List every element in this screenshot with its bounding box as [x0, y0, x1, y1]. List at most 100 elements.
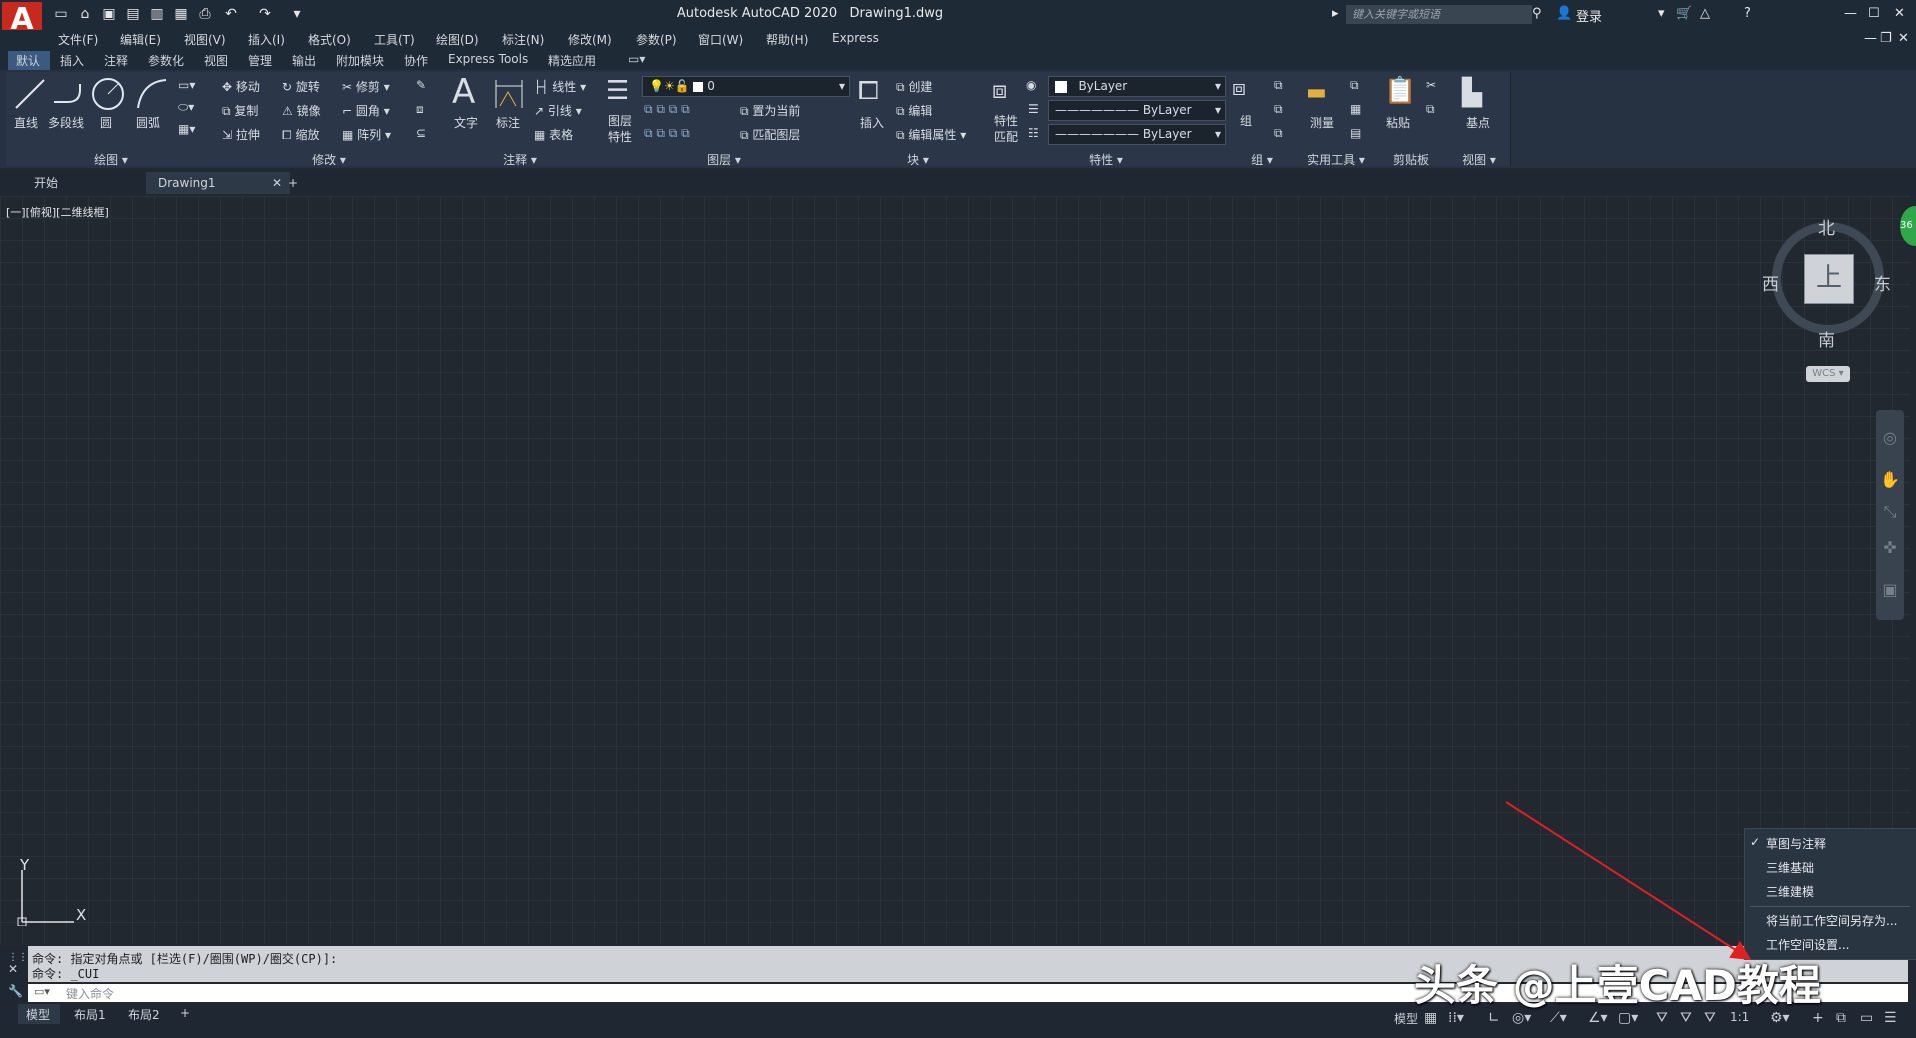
add-layout-icon[interactable]: +: [180, 1006, 190, 1020]
match-properties-label-2[interactable]: 匹配: [994, 128, 1018, 145]
line-button[interactable]: 直线: [14, 114, 38, 131]
dimension-button[interactable]: 标注: [496, 114, 520, 131]
layer-properties-icon[interactable]: ☰: [606, 76, 629, 106]
help-icon[interactable]: ?: [1744, 6, 1751, 21]
color-wheel-icon[interactable]: ◉: [1026, 78, 1036, 92]
copy-clip-icon[interactable]: ⧉: [1426, 102, 1435, 117]
binoculars-icon[interactable]: ⚲: [1532, 6, 1542, 21]
array-button[interactable]: ▦ 阵列 ▾: [342, 126, 391, 143]
lineweight-dropdown[interactable]: ——————— ByLayer ▾: [1048, 124, 1226, 145]
stretch-button[interactable]: ⇲ 拉伸: [222, 126, 260, 143]
search-expand-icon[interactable]: ▸: [1332, 6, 1339, 21]
boundary-icon[interactable]: ▦▾: [178, 122, 195, 136]
menu-dimension[interactable]: 标注(N): [502, 31, 544, 48]
undo-icon[interactable]: ↶: [222, 5, 240, 23]
ribbon-toggle-icon[interactable]: ▭▾: [628, 52, 645, 66]
panel-properties-title[interactable]: 特性 ▾: [986, 151, 1226, 168]
rectangle-icon[interactable]: ▭▾: [178, 78, 195, 92]
insert-block-icon[interactable]: ⧠: [858, 76, 879, 107]
edit-attributes-button[interactable]: ⧉ 编辑属性 ▾: [896, 126, 966, 143]
text-icon[interactable]: A: [452, 72, 475, 112]
base-view-button[interactable]: 基点: [1466, 114, 1490, 131]
viewcube-top-face[interactable]: 上: [1804, 254, 1854, 304]
doc-close-icon[interactable]: ✕: [1898, 31, 1909, 46]
tab-drawing1[interactable]: Drawing1 ✕: [146, 172, 290, 194]
paste-button[interactable]: 粘贴: [1386, 114, 1410, 131]
layer-tools-row2-icon[interactable]: ⧉ ⧉ ⧉ ⧉: [644, 126, 690, 141]
panel-modify-title[interactable]: 修改 ▾: [216, 151, 442, 168]
arc-button[interactable]: 圆弧: [136, 114, 160, 131]
compass-west[interactable]: 西: [1762, 270, 1779, 295]
arc-icon[interactable]: [134, 76, 170, 112]
workspace-3d-modeling[interactable]: 三维建模: [1766, 883, 1814, 900]
measure-button[interactable]: 测量: [1310, 114, 1334, 131]
user-icon[interactable]: 👤: [1556, 6, 1572, 21]
close-command-icon[interactable]: ✕: [8, 962, 18, 976]
publish-icon[interactable]: ▥: [148, 5, 166, 23]
linear-dim-button[interactable]: ├┤ 线性 ▾: [534, 78, 586, 95]
create-block-button[interactable]: ⧉ 创建: [896, 78, 932, 95]
menu-express[interactable]: Express: [832, 31, 879, 45]
ribbon-tab-default[interactable]: 默认: [16, 52, 40, 69]
menu-insert[interactable]: 插入(I): [248, 31, 285, 48]
group-edit-icon[interactable]: ⧉: [1274, 102, 1283, 117]
panel-view-title[interactable]: 视图 ▾: [1448, 151, 1510, 168]
cut-icon[interactable]: ✂: [1426, 78, 1436, 92]
compass-south[interactable]: 南: [1818, 326, 1835, 351]
ungroup-icon[interactable]: ⧉: [1274, 78, 1283, 93]
explode-icon[interactable]: ⧈: [416, 102, 424, 117]
save-icon[interactable]: ▣: [100, 5, 118, 23]
command-prompt-icon[interactable]: ▭▾: [34, 985, 50, 998]
save-workspace-as[interactable]: 将当前工作空间另存为...: [1766, 912, 1897, 929]
tab-start[interactable]: 开始: [22, 172, 70, 194]
menu-edit[interactable]: 编辑(E): [120, 31, 161, 48]
close-icon[interactable]: ✕: [1894, 6, 1905, 21]
ribbon-tab-annotate[interactable]: 注释: [104, 52, 128, 69]
panel-draw-title[interactable]: 绘图 ▾: [6, 151, 216, 168]
match-properties-label-1[interactable]: 特性: [994, 112, 1018, 129]
doc-restore-icon[interactable]: ❐: [1880, 31, 1892, 46]
orbit-icon[interactable]: ✜: [1880, 538, 1900, 558]
save-as-icon[interactable]: ▤: [124, 5, 142, 23]
layout-tab-model[interactable]: 模型: [26, 1006, 50, 1023]
workspace-settings[interactable]: 工作空间设置...: [1766, 936, 1849, 953]
ribbon-tab-view[interactable]: 视图: [204, 52, 228, 69]
menu-view[interactable]: 视图(V): [184, 31, 226, 48]
layer-properties-label-2[interactable]: 特性: [608, 128, 632, 145]
calculator-grid-icon[interactable]: ▦: [1350, 102, 1361, 116]
panel-groups-title[interactable]: 组 ▾: [1226, 151, 1298, 168]
customization-icon[interactable]: ☰: [1884, 1010, 1897, 1026]
table-button[interactable]: ▦ 表格: [534, 126, 573, 143]
calculator-icon[interactable]: ▤: [1350, 126, 1361, 140]
ribbon-tab-parametric[interactable]: 参数化: [148, 52, 184, 69]
text-button[interactable]: 文字: [454, 114, 478, 131]
cart-icon[interactable]: 🛒: [1676, 6, 1692, 21]
circle-icon[interactable]: [90, 76, 126, 112]
quick-select-icon[interactable]: ⧉: [1350, 78, 1359, 93]
pan-icon[interactable]: ✋: [1880, 470, 1900, 490]
panel-clipboard-title[interactable]: 剪贴板: [1374, 151, 1448, 168]
dimension-icon[interactable]: [492, 78, 526, 110]
leader-button[interactable]: ↗ 引线 ▾: [534, 102, 582, 119]
steering-wheel-icon[interactable]: ◎: [1880, 428, 1900, 448]
menu-format[interactable]: 格式(O): [308, 31, 351, 48]
group-select-icon[interactable]: ⧉: [1274, 126, 1283, 141]
panel-block-title[interactable]: 块 ▾: [850, 151, 986, 168]
color-dropdown[interactable]: ByLayer ▾: [1048, 76, 1226, 97]
menu-modify[interactable]: 修改(M): [568, 31, 612, 48]
ribbon-tab-express-tools[interactable]: Express Tools: [448, 52, 528, 66]
doc-minimize-icon[interactable]: —: [1864, 31, 1877, 46]
drawing-canvas[interactable]: [0, 196, 1910, 944]
fillet-button[interactable]: ⌐ 圆角 ▾: [342, 102, 390, 119]
workspace-drafting-annotation[interactable]: 草图与注释: [1766, 835, 1826, 852]
zoom-extents-icon[interactable]: ⤡: [1880, 502, 1900, 522]
layer-tools-row1-icon[interactable]: ⧉ ⧉ ⧉ ⧉: [644, 102, 690, 117]
menu-draw[interactable]: 绘图(D): [436, 31, 479, 48]
ribbon-tab-featured-apps[interactable]: 精选应用: [548, 52, 596, 69]
compass-east[interactable]: 东: [1874, 270, 1891, 295]
minimize-icon[interactable]: —: [1844, 6, 1857, 21]
customize-icon[interactable]: 🔧: [8, 984, 23, 998]
new-file-icon[interactable]: ▭: [52, 5, 70, 23]
hatch-icon[interactable]: ⬭▾: [178, 100, 194, 115]
viewport-controls[interactable]: [一][俯视][二维线框]: [6, 204, 109, 220]
